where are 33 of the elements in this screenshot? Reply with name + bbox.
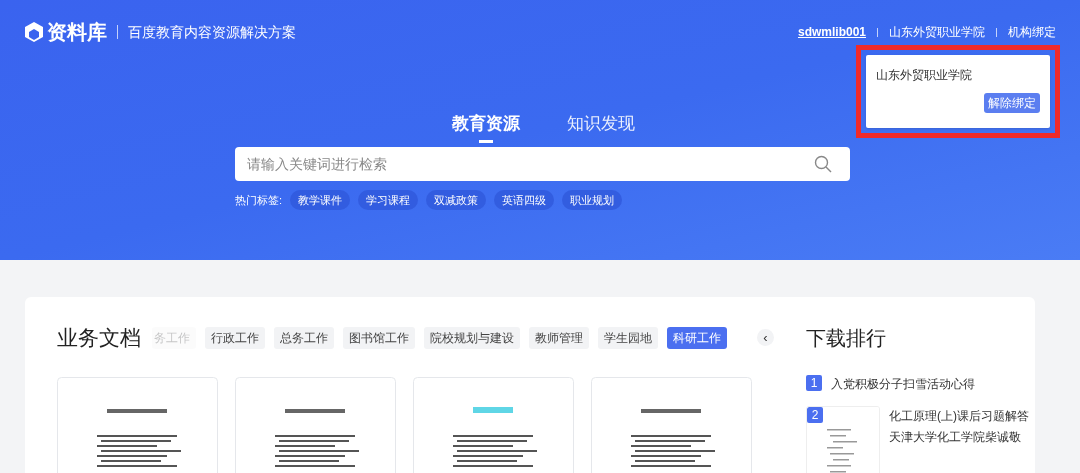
hot-tag[interactable]: 职业规划 <box>562 189 623 210</box>
category-tab[interactable]: 科研工作 <box>667 326 727 349</box>
previous-button[interactable]: ‹ <box>757 329 774 347</box>
rank-badge: 2 <box>807 407 823 423</box>
search-icon <box>814 154 832 173</box>
nav-tab[interactable]: 知识发现 <box>566 111 635 143</box>
section-title: 业务文档 <box>57 325 141 351</box>
logo-text: 资料库 <box>47 20 107 45</box>
category-tab[interactable]: 总务工作 <box>274 326 334 349</box>
header-link[interactable]: 山东外贸职业学院 <box>889 23 985 41</box>
logo-icon <box>24 21 44 43</box>
hot-tags-label: 热门标签: <box>235 192 283 208</box>
nav-tab[interactable]: 教育资源 <box>451 111 520 143</box>
rank-badge: 1 <box>806 375 822 391</box>
hot-tag[interactable]: 英语四级 <box>494 189 555 210</box>
header-link[interactable]: 机构绑定 <box>1008 23 1056 41</box>
account-link[interactable]: sdwmlib001 <box>797 23 866 41</box>
tagline: 百度教育内容资源解决方案 <box>128 22 296 42</box>
institution-name: 山东外贸职业学院 <box>876 67 972 84</box>
ranking-item-title[interactable]: 化工原理(上)课后习题解答天津大学化工学院柴诚敬 <box>889 406 1029 448</box>
category-tab[interactable]: 院校规划与建设 <box>424 326 520 349</box>
ranking-item-title[interactable]: 入党积极分子扫雪活动心得 <box>831 375 975 393</box>
search-field[interactable]: 请输入关键词进行检索 <box>235 146 850 181</box>
category-tab[interactable]: 图书馆工作 <box>343 326 415 349</box>
document-thumbnail[interactable]: 2 <box>806 406 880 473</box>
category-tab[interactable]: 教师管理 <box>529 326 589 349</box>
hot-tag[interactable]: 双减政策 <box>426 189 487 210</box>
unbind-button[interactable]: 解除绑定 <box>984 93 1040 113</box>
hot-tag[interactable]: 教学课件 <box>290 189 351 210</box>
category-tab[interactable]: 行政工作 <box>205 326 265 349</box>
hot-tag[interactable]: 学习课程 <box>358 189 419 210</box>
section-title: 下载排行 <box>806 326 887 351</box>
category-tab[interactable]: 学生园地 <box>598 326 658 349</box>
